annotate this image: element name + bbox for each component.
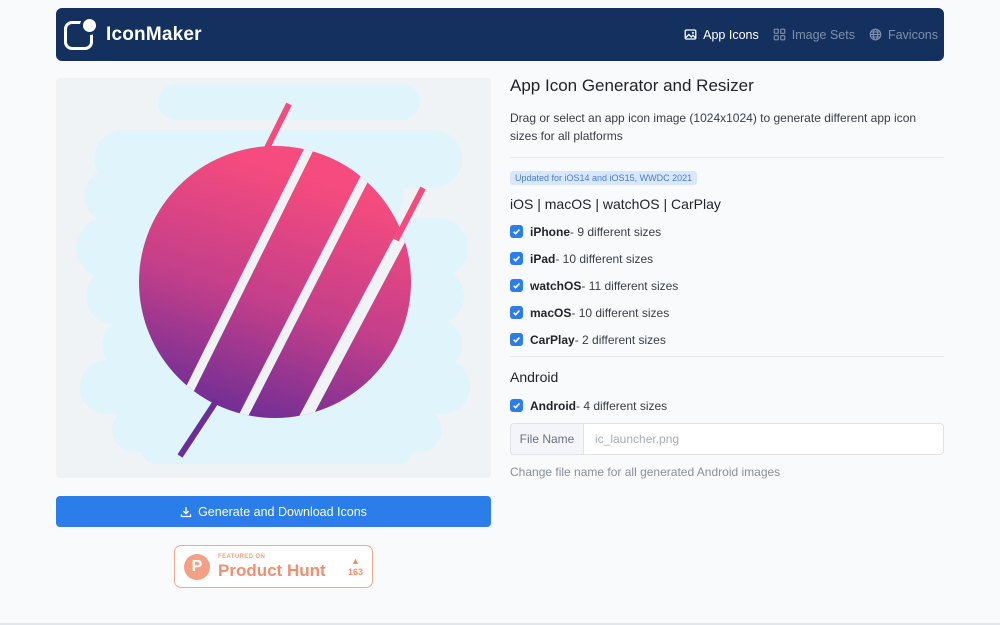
product-hunt-votes: ▲ 163 [348, 556, 363, 578]
nav-link-label: App Icons [703, 27, 759, 42]
generate-button-label: Generate and Download Icons [198, 504, 367, 519]
check-icon [513, 282, 520, 289]
product-hunt-text: FEATURED ON Product Hunt [218, 554, 326, 579]
check-icon [513, 255, 520, 262]
page-description: Drag or select an app icon image (1024x1… [510, 111, 917, 143]
checkbox[interactable] [510, 333, 523, 346]
option-detail: - 4 different sizes [576, 398, 668, 413]
option-name: Android [530, 398, 576, 413]
generate-download-button[interactable]: Generate and Download Icons [56, 496, 491, 527]
nav-link-favicons[interactable]: Favicons [869, 28, 938, 42]
option-carplay[interactable]: CarPlay - 2 different sizes [510, 326, 944, 353]
divider [510, 157, 944, 158]
top-navbar: IconMaker App Icons Image Sets Favicons [56, 8, 944, 61]
product-hunt-name: Product Hunt [218, 561, 326, 580]
icon-preview-image [76, 84, 470, 464]
option-watchos[interactable]: watchOS - 11 different sizes [510, 272, 944, 299]
check-icon [513, 336, 520, 343]
checkbox[interactable] [510, 225, 523, 238]
android-section-heading: Android [510, 369, 559, 385]
option-detail: - 10 different sizes [555, 251, 654, 266]
nav-link-app-icons[interactable]: App Icons [684, 28, 759, 42]
checkbox[interactable] [510, 279, 523, 292]
option-name: iPhone [530, 224, 571, 239]
product-hunt-logo-icon: P [184, 553, 210, 580]
option-name: watchOS [530, 278, 582, 293]
option-name: iPad [530, 251, 556, 266]
divider [510, 356, 944, 357]
globe-icon [869, 28, 882, 41]
file-name-label: File Name [511, 424, 584, 454]
icon-dropzone[interactable] [56, 78, 491, 478]
option-ipad[interactable]: iPad - 10 different sizes [510, 245, 944, 272]
android-options-list: Android - 4 different sizes [510, 392, 944, 419]
nav-link-label: Favicons [887, 27, 938, 42]
grid-icon [773, 28, 786, 41]
vote-count: 163 [347, 566, 363, 577]
option-macos[interactable]: macOS - 10 different sizes [510, 299, 944, 326]
file-name-input[interactable] [584, 424, 943, 454]
brand-logo-icon [64, 15, 99, 51]
brand-name: IconMaker [106, 23, 202, 45]
download-icon [180, 506, 192, 517]
option-detail: - 11 different sizes [581, 278, 679, 293]
file-name-help-text: Change file name for all generated Andro… [510, 465, 781, 479]
option-name: CarPlay [530, 332, 575, 347]
update-badge: Updated for iOS14 and iOS15, WWDC 2021 [510, 171, 698, 185]
check-icon [513, 402, 520, 409]
option-detail: - 2 different sizes [574, 332, 666, 347]
ios-options-list: iPhone - 9 different sizes iPad - 10 dif… [510, 218, 944, 353]
nav-link-label: Image Sets [791, 27, 855, 42]
nav-links: App Icons Image Sets Favicons [684, 28, 938, 42]
ios-section-heading: iOS | macOS | watchOS | CarPlay [510, 196, 721, 212]
checkbox[interactable] [510, 399, 523, 412]
nav-link-image-sets[interactable]: Image Sets [773, 28, 855, 42]
option-name: macOS [530, 305, 572, 320]
check-icon [513, 228, 520, 235]
file-name-group: File Name [510, 423, 944, 455]
checkbox[interactable] [510, 306, 523, 319]
image-icon [684, 29, 697, 40]
option-detail: - 9 different sizes [570, 224, 662, 239]
upvote-icon: ▲ [351, 555, 360, 566]
option-detail: - 10 different sizes [571, 305, 670, 320]
option-iphone[interactable]: iPhone - 9 different sizes [510, 218, 944, 245]
check-icon [513, 309, 520, 316]
product-hunt-badge[interactable]: P FEATURED ON Product Hunt ▲ 163 [174, 545, 373, 588]
option-android[interactable]: Android - 4 different sizes [510, 392, 944, 419]
brand-link[interactable]: IconMaker [64, 15, 202, 51]
checkbox[interactable] [510, 252, 523, 265]
options-panel: App Icon Generator and Resizer Drag or s… [510, 76, 944, 479]
page-title: App Icon Generator and Resizer [510, 76, 754, 95]
product-hunt-featured: FEATURED ON [218, 554, 266, 560]
